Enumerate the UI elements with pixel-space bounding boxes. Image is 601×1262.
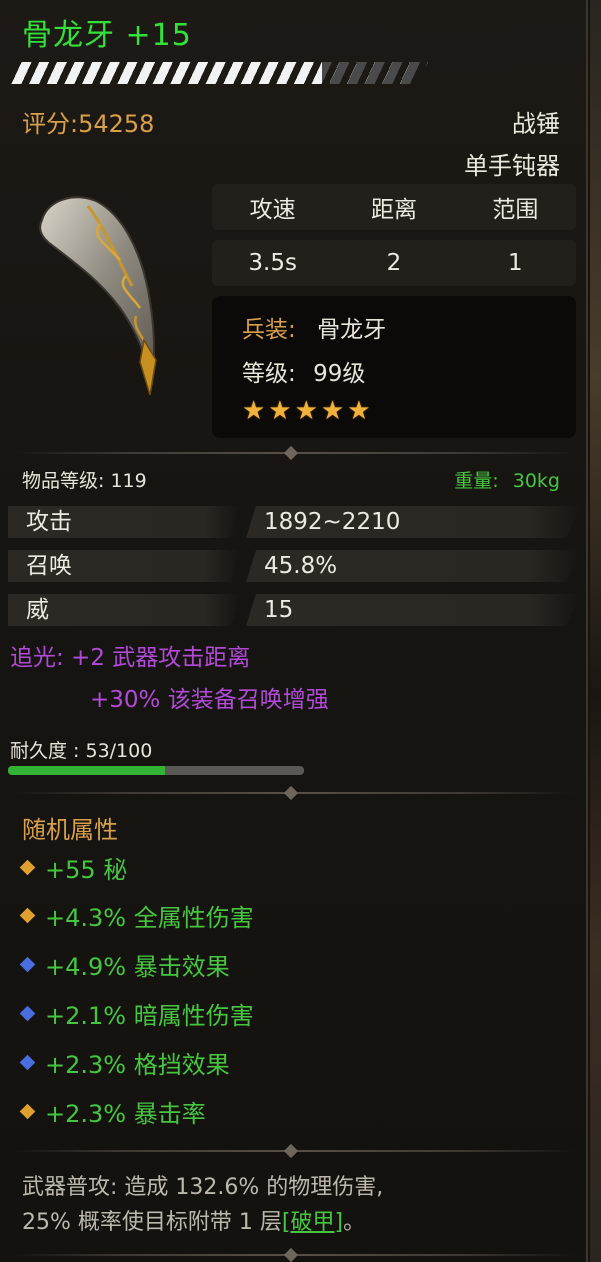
gold-gem-icon — [19, 1103, 36, 1120]
property-label: 召唤 — [8, 550, 240, 582]
blue-gem-icon — [19, 956, 36, 973]
stats-header-row: 攻速 距离 范围 — [212, 184, 576, 230]
description-end: 。 — [343, 1210, 366, 1235]
set-value: 骨龙牙 — [317, 317, 387, 343]
description-line-2: 25% 概率使目标附带 1 层[破甲]。 — [22, 1205, 577, 1240]
divider — [12, 445, 576, 461]
enhance-progress-bar — [4, 62, 428, 84]
equipment-info-box: 兵装: 骨龙牙 等级: 99级 ★★★★★ — [212, 296, 576, 438]
set-label: 兵装: — [242, 317, 296, 343]
description-line-1: 武器普攻: 造成 132.6% 的物理伤害, — [22, 1175, 384, 1200]
description-text: 25% 概率使目标附带 1 层 — [22, 1210, 282, 1235]
blue-gem-icon — [19, 1005, 36, 1022]
divider — [12, 785, 576, 801]
random-attribute: +55 秘 — [19, 850, 128, 885]
random-attribute: +4.3% 全属性伤害 — [19, 898, 254, 933]
divider — [12, 1247, 576, 1262]
star-rating: ★★★★★ — [242, 396, 374, 426]
gold-gem-icon — [19, 859, 36, 876]
random-attribute: +4.9% 暴击效果 — [19, 947, 230, 982]
weight-label: 重量: — [454, 470, 499, 492]
item-level: 物品等级: 119 — [22, 470, 147, 492]
item-tooltip: 骨龙牙 +15 评分:54258 战锤 单手钝器 攻速 距离 范围 3.5s 2 — [0, 0, 588, 1262]
durability-bar — [8, 766, 304, 775]
property-label: 攻击 — [8, 506, 240, 538]
random-attributes-title: 随机属性 — [22, 816, 118, 844]
level-line: 等级: 99级 — [242, 354, 365, 388]
property-value: 1892~2210 — [246, 506, 580, 538]
distance-header: 距离 — [370, 197, 417, 223]
weapon-attack-description: 武器普攻: 造成 132.6% 的物理伤害, 25% 概率使目标附带 1 层[破… — [22, 1170, 577, 1240]
property-row-summon: 召唤 45.8% — [8, 550, 580, 582]
weapon-stats-table: 攻速 距离 范围 3.5s 2 1 — [212, 184, 576, 286]
random-attribute: +2.1% 暗属性伤害 — [19, 996, 254, 1031]
attribute-text: +55 秘 — [45, 856, 128, 884]
attribute-text: +2.3% 暴击率 — [45, 1100, 206, 1128]
armor-break-link[interactable]: [破甲] — [282, 1210, 343, 1235]
blue-gem-icon — [19, 1054, 36, 1071]
special-effect-line-1: 追光: +2 武器攻击距离 — [10, 645, 251, 671]
property-row-attack: 攻击 1892~2210 — [8, 506, 580, 538]
item-name: 骨龙牙 +15 — [22, 18, 192, 53]
distance-value: 2 — [386, 250, 402, 276]
property-value: 45.8% — [246, 550, 580, 582]
bone-dragon-fang-icon — [39, 196, 157, 396]
attack-speed-value: 3.5s — [248, 250, 297, 276]
range-value: 1 — [508, 250, 523, 276]
stats-value-row: 3.5s 2 1 — [212, 240, 576, 286]
divider — [12, 1143, 576, 1159]
weight-value: 30kg — [512, 470, 560, 492]
durability-label: 耐久度 : 53/100 — [10, 740, 153, 762]
gold-gem-icon — [19, 907, 36, 924]
durability-fill — [8, 766, 165, 775]
item-score: 评分:54258 — [22, 110, 155, 138]
random-attribute: +2.3% 暴击率 — [19, 1094, 206, 1129]
attribute-text: +4.9% 暴击效果 — [45, 953, 230, 981]
special-effect-line-2: +30% 该装备召唤增强 — [90, 687, 329, 713]
weight-line: 重量: 30kg — [454, 466, 560, 493]
level-label: 等级: — [242, 361, 296, 387]
item-subtype: 单手钝器 — [464, 152, 560, 180]
attribute-text: +2.1% 暗属性伤害 — [45, 1002, 254, 1030]
item-type: 战锤 — [512, 110, 560, 138]
attack-speed-header: 攻速 — [249, 197, 296, 223]
background-scene-edge — [590, 0, 601, 1262]
random-attribute: +2.3% 格挡效果 — [19, 1045, 230, 1080]
range-header: 范围 — [492, 197, 539, 223]
property-label: 威 — [8, 594, 240, 626]
attribute-text: +2.3% 格挡效果 — [45, 1051, 230, 1079]
property-row-might: 威 15 — [8, 594, 580, 626]
set-line: 兵装: 骨龙牙 — [242, 310, 386, 344]
level-value: 99级 — [313, 361, 366, 387]
property-value: 15 — [246, 594, 580, 626]
attribute-text: +4.3% 全属性伤害 — [45, 904, 254, 932]
